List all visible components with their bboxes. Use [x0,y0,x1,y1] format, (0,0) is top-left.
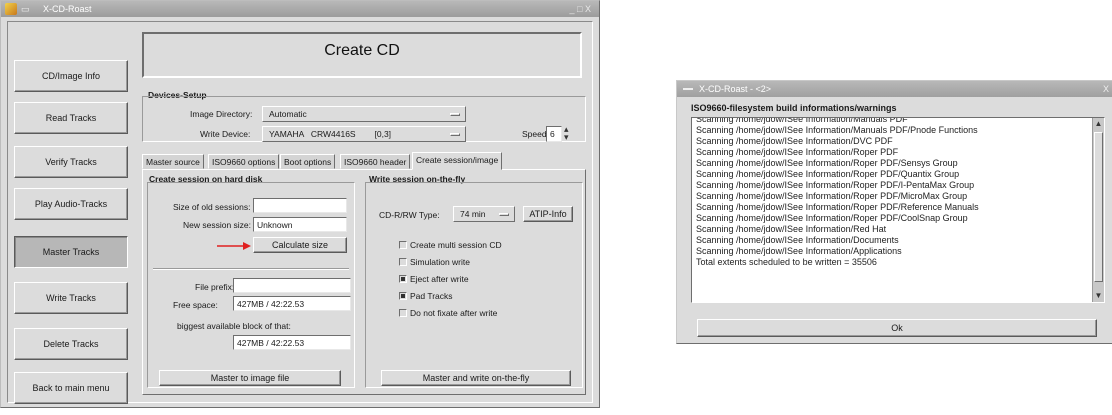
scroll-thumb[interactable] [1094,132,1103,282]
image-directory-label: Image Directory: [190,109,253,119]
image-directory-select[interactable]: Automatic [262,106,466,122]
log-line: Scanning /home/jdow/ISee Information/Rop… [696,202,979,212]
option-pad-tracks[interactable]: Pad Tracks [399,291,453,301]
log-line: Scanning /home/jdow/ISee Information/Rop… [696,191,968,201]
red-arrow-icon [217,242,251,250]
tab-iso9660-options[interactable]: ISO9660 options [208,154,280,169]
header-frame: Create CD [142,32,582,78]
log-line: Scanning /home/jdow/ISee Information/Rop… [696,158,958,168]
app-logo-icon [5,3,17,15]
log-line: Scanning /home/jdow/ISee Information/DVC… [696,136,893,146]
speed-label: Speed: [522,129,549,139]
dialog-menu-icon[interactable] [683,88,693,90]
nav-verify-tracks-button[interactable]: Verify Tracks [14,146,128,178]
log-scrollbar[interactable]: ▲ ▼ [1092,118,1104,302]
scroll-down-arrow-icon[interactable]: ▼ [1094,291,1103,301]
file-prefix-field[interactable] [233,278,351,293]
log-line: Scanning /home/jdow/ISee Information/Rop… [696,213,968,223]
biggest-block-label: biggest available block of that: [177,321,291,331]
free-space-label: Free space: [173,300,218,310]
calculate-size-button[interactable]: Calculate size [253,237,347,253]
master-to-image-file-button[interactable]: Master to image file [159,370,341,386]
biggest-block-field: 427MB / 42:22.53 [233,335,351,350]
log-line: Scanning /home/jdow/ISee Information/Red… [696,224,887,234]
cd-type-label: CD-R/RW Type: [379,210,440,220]
scroll-up-arrow-icon[interactable]: ▲ [1094,119,1103,129]
notebook-page: Create session on hard disk Size of old … [142,169,586,395]
option-multi-session[interactable]: Create multi session CD [399,240,502,250]
nav-write-tracks-button[interactable]: Write Tracks [14,282,128,314]
log-line: Scanning /home/jdow/ISee Information/Rop… [696,169,960,179]
main-titlebar[interactable]: ▭ X-CD-Roast _ □ X [1,1,599,17]
checkbox-checked-icon [399,292,407,300]
checkbox-icon [399,241,407,249]
dialog-title: X-CD-Roast - <2> [699,84,772,94]
new-session-size-label: New session size: [183,220,252,230]
nav-panel: CD/Image Info Read Tracks Verify Tracks … [14,60,128,404]
dialog-close-icon[interactable]: X [1103,81,1109,97]
old-sessions-field[interactable] [253,198,347,213]
nav-play-audio-tracks-button[interactable]: Play Audio-Tracks [14,188,128,220]
write-device-label: Write Device: [200,129,251,139]
log-line: Scanning /home/jdow/ISee Information/Doc… [696,235,899,245]
checkbox-icon [399,258,407,266]
option-eject-after-write[interactable]: Eject after write [399,274,469,284]
main-window-title: X-CD-Roast [43,4,92,14]
nav-master-tracks-button[interactable]: Master Tracks [14,236,128,268]
checkbox-checked-icon [399,275,407,283]
dialog-titlebar[interactable]: X-CD-Roast - <2> X [677,81,1112,97]
speed-spinbox[interactable]: 6 [546,126,562,142]
nav-read-tracks-button[interactable]: Read Tracks [14,102,128,134]
option-simulation-write[interactable]: Simulation write [399,257,470,267]
master-and-write-button[interactable]: Master and write on-the-fly [381,370,571,386]
free-space-field: 427MB / 42:22.53 [233,296,351,311]
file-prefix-label: File prefix: [195,282,235,292]
speed-spin-arrows-icon[interactable]: ▴ ▾ [564,125,569,142]
log-line: Scanning /home/jdow/ISee Information/App… [696,246,902,256]
log-line: Scanning /home/jdow/ISee Information/Rop… [696,147,899,157]
nav-delete-tracks-button[interactable]: Delete Tracks [14,328,128,360]
log-line: Scanning /home/jdow/ISee Information/Rop… [696,180,975,190]
window-controls[interactable]: _ □ X [570,1,591,17]
tab-create-session-image[interactable]: Create session/image [412,152,503,170]
log-line: Total extents scheduled to be written = … [696,257,877,267]
log-line: Scanning /home/jdow/ISee Information/Man… [696,125,978,135]
option-menu-indicator-icon [499,213,509,216]
log-textbox[interactable]: Scanning /home/jdow/ISee Information/Man… [691,117,1105,303]
log-line: Scanning /home/jdow/ISee Information/Man… [696,117,908,124]
titlebar-menu-icon[interactable]: ▭ [21,1,30,17]
option-no-fixate[interactable]: Do not fixate after write [399,308,497,318]
left-separator [153,268,349,270]
tab-boot-options[interactable]: Boot options [280,154,336,169]
nav-back-to-main-menu-button[interactable]: Back to main menu [14,372,128,404]
write-device-select[interactable]: YAMAHA CRW4416S [0,3] [262,126,466,142]
log-lines: Scanning /home/jdow/ISee Information/Man… [696,117,1090,268]
tab-iso9660-header[interactable]: ISO9660 header [340,154,411,169]
nav-cd-image-info-button[interactable]: CD/Image Info [14,60,128,92]
checkbox-icon [399,309,407,317]
page-title: Create CD [324,42,400,59]
option-menu-indicator-icon [450,133,460,136]
new-session-size-field: Unknown [253,217,347,232]
main-window: ▭ X-CD-Roast _ □ X CD/Image Info Read Tr… [0,0,600,408]
tab-master-source[interactable]: Master source [142,154,204,169]
atip-info-button[interactable]: ATIP-Info [523,206,573,222]
dialog-heading: ISO9660-filesystem build informations/wa… [691,103,897,113]
old-sessions-label: Size of old sessions: [173,202,251,212]
build-info-dialog: X-CD-Roast - <2> X ISO9660-filesystem bu… [676,80,1112,344]
option-menu-indicator-icon [450,113,460,116]
cd-type-select[interactable]: 74 min [453,206,515,222]
ok-button[interactable]: Ok [697,319,1097,337]
main-content: CD/Image Info Read Tracks Verify Tracks … [7,21,593,404]
